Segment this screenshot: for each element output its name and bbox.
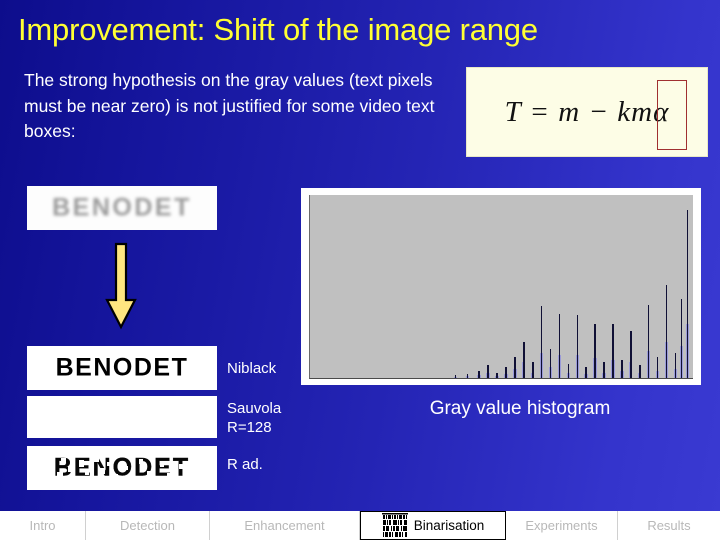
nav-label-results: Results — [647, 518, 691, 533]
nav-item-detection[interactable]: Detection — [86, 511, 210, 540]
histogram-bar — [466, 373, 469, 378]
formula-text: T = m − kmα — [504, 95, 670, 128]
histogram-bar — [478, 370, 481, 378]
barcode-thumbnail-icon — [381, 513, 408, 538]
nav-label-detection: Detection — [120, 518, 175, 533]
label-r-adaptive: R ad. — [227, 456, 263, 473]
histogram-bar — [549, 349, 552, 378]
histogram-bar — [567, 363, 570, 378]
threshold-formula: T = m − kmα — [504, 79, 687, 150]
nav-label-experiments: Experiments — [525, 518, 598, 533]
nav-label-enhancement: Enhancement — [244, 518, 325, 533]
histogram-bar — [630, 331, 632, 378]
histogram-bar — [674, 352, 677, 378]
histogram-bar — [665, 284, 668, 378]
label-niblack: Niblack — [227, 360, 277, 377]
histogram-bar — [680, 299, 683, 378]
histogram-bar — [585, 367, 588, 378]
histogram-bar — [505, 367, 507, 378]
gray-value-histogram — [301, 188, 701, 385]
nav-item-binarisation[interactable]: Binarisation — [360, 511, 506, 540]
histogram-bar — [594, 324, 596, 378]
nav-label-intro: Intro — [29, 518, 56, 533]
nav-item-intro[interactable]: Intro — [0, 511, 86, 540]
histogram-bar — [487, 365, 489, 378]
histogram-bar — [656, 356, 659, 378]
source-text-box-image: BENODET — [27, 186, 217, 230]
histogram-bar — [540, 306, 543, 378]
result-image-sauvola — [27, 396, 217, 438]
histogram-plot-area — [309, 195, 693, 379]
nav-item-results[interactable]: Results — [618, 511, 720, 540]
down-arrow-icon — [105, 242, 137, 330]
histogram-bar — [558, 313, 561, 378]
bottom-navbar: Intro Detection Enhancement Binarisation… — [0, 511, 720, 540]
result-text-niblack: BENODET — [55, 353, 189, 382]
histogram-bar — [686, 209, 689, 378]
histogram-bar — [638, 365, 641, 378]
histogram-bar — [531, 361, 534, 378]
histogram-bar — [514, 356, 516, 378]
result-image-r-adaptive: BENODET — [27, 446, 217, 490]
formula-box: T = m − kmα — [466, 67, 708, 157]
histogram-bar — [647, 304, 650, 378]
histogram-caption: Gray value histogram — [429, 398, 611, 419]
histogram-bar — [612, 324, 614, 378]
histogram-bar — [496, 372, 498, 378]
histogram-bar — [523, 342, 525, 378]
body-paragraph: The strong hypothesis on the gray values… — [24, 70, 435, 141]
slide-canvas: Improvement: Shift of the image range Th… — [0, 0, 720, 540]
nav-item-enhancement[interactable]: Enhancement — [210, 511, 360, 540]
result-text-r-adaptive: BENODET — [53, 453, 191, 482]
nav-label-binarisation: Binarisation — [413, 518, 485, 533]
histogram-bar — [603, 361, 605, 378]
label-sauvola: Sauvola R=128 — [227, 400, 282, 436]
source-image-text: BENODET — [52, 193, 192, 222]
histogram-bar — [454, 375, 457, 378]
result-image-niblack: BENODET — [27, 346, 217, 390]
histogram-bar — [621, 360, 623, 378]
nav-item-experiments[interactable]: Experiments — [506, 511, 618, 540]
histogram-bar — [576, 315, 579, 378]
page-title: Improvement: Shift of the image range — [18, 12, 538, 47]
